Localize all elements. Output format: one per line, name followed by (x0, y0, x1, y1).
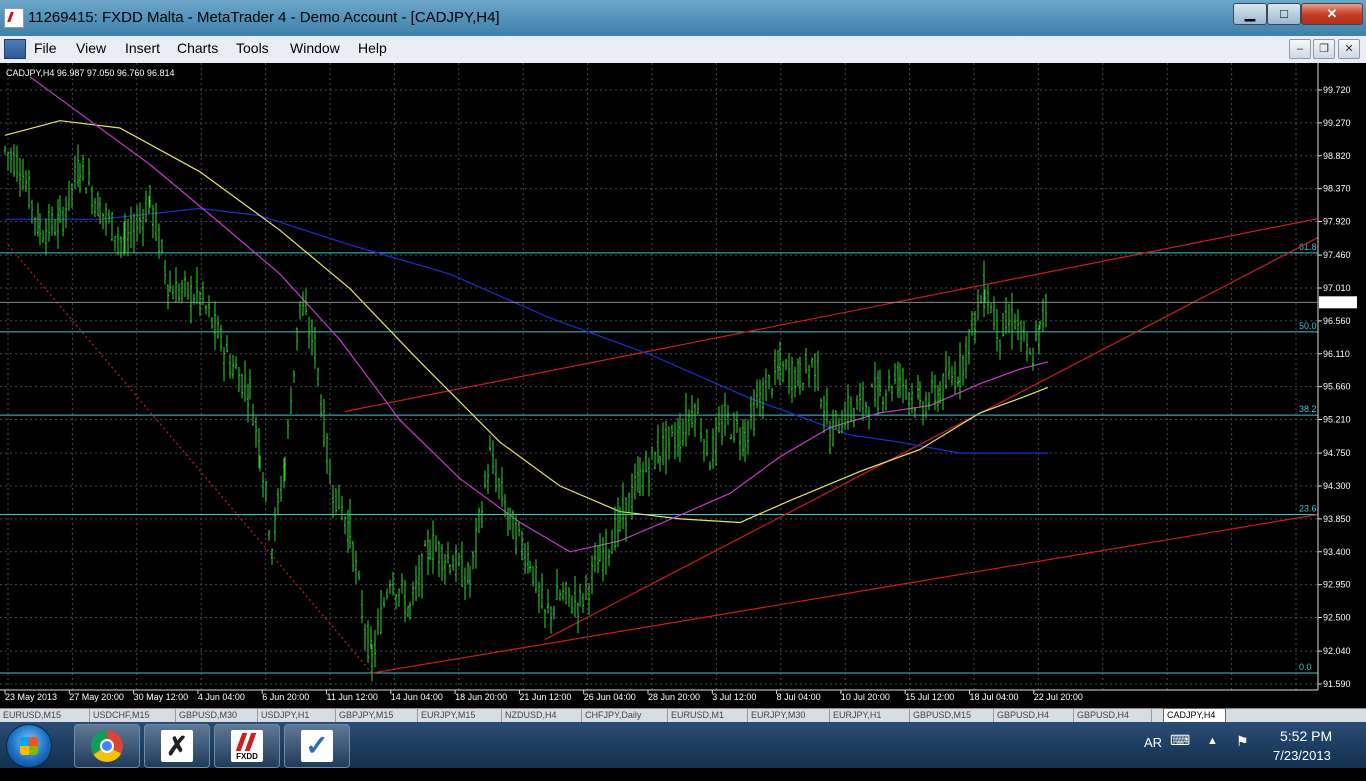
chart-tab[interactable]: EURUSD,M1 (668, 709, 748, 722)
fib-label: 38.2 (1299, 404, 1317, 414)
start-button[interactable] (6, 724, 52, 768)
price-label: 96.560 (1323, 316, 1351, 326)
menu-help[interactable]: Help (358, 40, 387, 56)
time-label: 4 Jun 04:00 (198, 692, 245, 702)
xtrade-icon: ✗ (161, 730, 193, 762)
time-label: 11 Jun 12:00 (327, 692, 378, 702)
chart-tab[interactable]: EURJPY,M15 (418, 709, 502, 722)
chart-grid (0, 63, 1366, 708)
price-label: 92.040 (1323, 646, 1351, 656)
fib-label: 23.6 (1299, 503, 1317, 513)
price-label: 94.300 (1323, 481, 1351, 491)
chart-tab[interactable]: EURJPY,H1 (830, 709, 910, 722)
time-label: 3 Jul 12:00 (712, 692, 756, 702)
fib-label: 0.0 (1299, 662, 1312, 672)
price-label: 95.660 (1323, 382, 1351, 392)
time-label: 30 May 12:00 (134, 692, 189, 702)
price-label: 92.500 (1323, 613, 1351, 623)
show-hidden-icons-icon[interactable]: ▲ (1207, 735, 1218, 781)
price-label: 99.270 (1323, 118, 1351, 128)
fxdd-icon: FXDD (231, 730, 263, 762)
minimize-button[interactable]: ▁ (1233, 3, 1267, 25)
price-label: 94.750 (1323, 448, 1351, 458)
taskbar-chrome-button[interactable] (74, 724, 140, 768)
chart-area[interactable]: 61.8 50.0 38.2 23.6 0.0 99.720 99.270 98.820 98… (0, 63, 1366, 708)
clock-date[interactable]: 7/23/2013 (1273, 748, 1331, 763)
price-label: 96.110 (1323, 349, 1350, 359)
current-price-label: 96.814 (1322, 297, 1350, 307)
time-label: 14 Jun 04:00 (391, 692, 443, 702)
chart-tab[interactable]: CHFJPY,Daily (582, 709, 668, 722)
windows-taskbar: ✗ FXDD ✓ AR ⌨ ▲ ⚑ 5:52 PM 7/23/2013 (0, 722, 1366, 768)
clock-time[interactable]: 5:52 PM (1280, 728, 1332, 744)
chart-tab[interactable]: CADJPY,H4 (1163, 708, 1226, 722)
chart-tab[interactable]: GBPUSD,H4 (994, 709, 1074, 722)
chart-tab[interactable]: GBPUSD,M30 (176, 709, 258, 722)
time-label: 28 Jun 20:00 (648, 692, 700, 702)
price-label: 91.590 (1323, 679, 1351, 689)
price-label: 98.820 (1323, 151, 1351, 161)
chart-tabs-bar: EURUSD,M15 USDCHF,M15 GBPUSD,M30 USDJPY,H1 G… (0, 708, 1366, 723)
chart-close-button[interactable]: ✕ (1338, 39, 1360, 59)
chart-tab[interactable]: GBPUSD,H4 (1074, 709, 1152, 722)
time-label: 21 Jun 12:00 (519, 692, 571, 702)
time-label: 15 Jul 12:00 (905, 692, 954, 702)
price-label: 97.460 (1323, 250, 1351, 260)
time-label: 6 Jun 20:00 (262, 692, 309, 702)
price-chart[interactable]: 61.850.038.223.60.0 99.72099.27098.82098… (0, 63, 1366, 708)
taskbar-xtrade-button[interactable]: ✗ (144, 724, 210, 768)
chrome-icon (91, 730, 123, 762)
title-bar: 11269415: FXDD Malta - MetaTrader 4 - De… (0, 0, 1366, 36)
price-label: 97.010 (1323, 283, 1351, 293)
price-label: 99.720 (1323, 85, 1351, 95)
time-label: 26 Jun 04:00 (584, 692, 636, 702)
price-label: 93.850 (1323, 514, 1351, 524)
menu-insert[interactable]: Insert (125, 40, 160, 56)
menu-view[interactable]: View (76, 40, 106, 56)
price-label: 93.400 (1323, 547, 1351, 557)
keyboard-icon[interactable]: ⌨ (1170, 732, 1190, 778)
price-label: 92.950 (1323, 580, 1351, 590)
time-axis: 23 May 2013 27 May 20:00 30 May 12:00 4 Jun… (4, 690, 1083, 702)
chart-symbol-header: CADJPY,H4 96.987 97.050 96.760 96.814 (6, 68, 175, 78)
price-label: 98.370 (1323, 184, 1351, 194)
chart-restore-button[interactable]: ❐ (1313, 39, 1335, 59)
time-label: 27 May 20:00 (69, 692, 124, 702)
language-indicator[interactable]: AR (1144, 735, 1162, 781)
fib-label: 50.0 (1299, 321, 1317, 331)
chart-background (0, 63, 1366, 708)
time-label: 8 Jul 04:00 (777, 692, 821, 702)
menu-window[interactable]: Window (290, 40, 340, 56)
time-label: 22 Jul 20:00 (1034, 692, 1083, 702)
chart-tab[interactable]: GBPUSD,M15 (910, 709, 994, 722)
menu-bar: File View Insert Charts Tools Window Hel… (0, 36, 1366, 64)
window-title: 11269415: FXDD Malta - MetaTrader 4 - De… (28, 9, 500, 26)
taskbar-fxdd-button[interactable]: FXDD (214, 724, 280, 768)
time-label: 18 Jul 04:00 (970, 692, 1019, 702)
network-icon[interactable]: ⚑ (1236, 733, 1249, 779)
fxdd-label: FXDD (236, 752, 258, 761)
time-label: 18 Jun 20:00 (455, 692, 507, 702)
chart-tab[interactable]: USDCHF,M15 (90, 709, 176, 722)
taskbar-checkmark-button[interactable]: ✓ (284, 724, 350, 768)
menu-tools[interactable]: Tools (236, 40, 269, 56)
chart-tab[interactable]: USDJPY,H1 (258, 709, 336, 722)
chart-tab[interactable]: NZDUSD,H4 (502, 709, 582, 722)
maximize-button[interactable]: □ (1267, 3, 1301, 25)
price-label: 97.920 (1323, 217, 1351, 227)
price-label: 95.210 (1323, 415, 1351, 425)
menu-charts[interactable]: Charts (177, 40, 218, 56)
checkmark-icon: ✓ (301, 730, 333, 762)
close-button[interactable]: ✕ (1301, 3, 1363, 25)
metatrader-logo-icon (4, 8, 24, 28)
chart-window-icon[interactable] (4, 39, 26, 59)
menu-file[interactable]: File (34, 40, 57, 56)
time-label: 10 Jul 20:00 (841, 692, 890, 702)
time-label: 23 May 2013 (5, 692, 57, 702)
chart-tab[interactable]: EURUSD,M15 (0, 709, 90, 722)
chart-tab[interactable]: EURJPY,M30 (748, 709, 830, 722)
chart-minimize-button[interactable]: ‒ (1289, 39, 1311, 59)
chart-tab[interactable]: GBPJPY,M15 (336, 709, 418, 722)
